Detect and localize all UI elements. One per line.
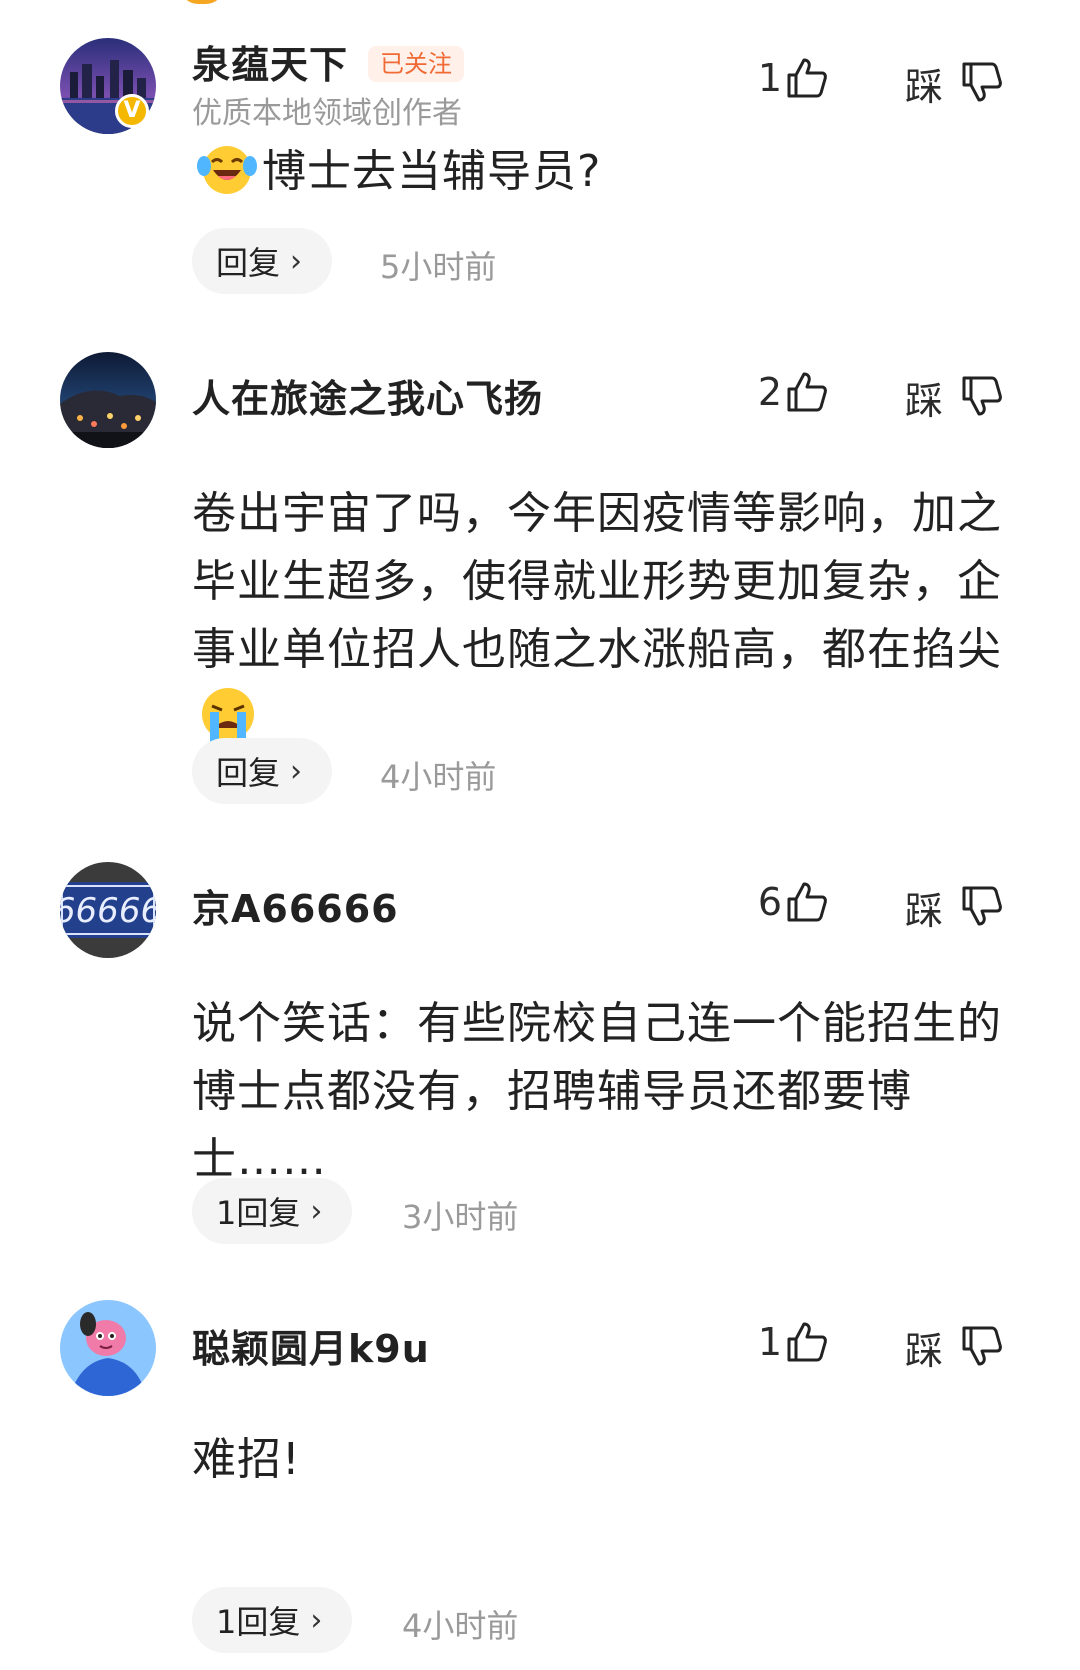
avatar[interactable] <box>60 352 156 448</box>
top-partial-element <box>180 0 224 4</box>
comment-text: 说个笑话：有些院校自己连一个能招生的博士点都没有，招聘辅导员还都要博士…… <box>192 998 1002 1185</box>
username[interactable]: 泉蕴天下 <box>192 34 348 89</box>
thumbs-down-icon[interactable] <box>960 374 1004 418</box>
comment-text: 卷出宇宙了吗，今年因疫情等影响，加之毕业生超多，使得就业形势更加复杂，企事业单位… <box>192 480 1007 754</box>
username[interactable]: 聪颖圆月k9u <box>192 1318 430 1373</box>
thumbs-down-icon[interactable] <box>960 60 1004 104</box>
reply-button[interactable]: 1回复 › <box>192 1178 353 1244</box>
following-tag: 已关注 <box>368 46 464 82</box>
loudly-crying-face-icon <box>202 688 254 742</box>
comment-text: 博士去当辅导员? <box>192 138 1007 206</box>
avatar-plate-text: 66666 <box>60 891 156 931</box>
like-count: 1 <box>757 56 782 100</box>
chevron-right-icon: › <box>290 243 303 279</box>
thumbs-down-icon[interactable] <box>960 884 1004 928</box>
chevron-right-icon: › <box>310 1602 323 1638</box>
reply-label: 回复 <box>216 244 281 282</box>
chevron-right-icon: › <box>310 1193 323 1229</box>
timestamp: 4小时前 <box>380 758 497 796</box>
thumbs-up-icon[interactable] <box>785 56 829 100</box>
dislike-label[interactable]: 踩 <box>905 370 943 425</box>
user-subtitle: 优质本地领域创作者 <box>192 96 462 131</box>
timestamp: 3小时前 <box>402 1198 519 1236</box>
reply-button[interactable]: 回复 › <box>192 738 333 804</box>
thumbs-up-icon[interactable] <box>785 1320 829 1364</box>
thumbs-up-icon[interactable] <box>785 370 829 414</box>
timestamp: 4小时前 <box>402 1607 519 1645</box>
username[interactable]: 人在旅途之我心飞扬 <box>192 368 543 423</box>
like-count: 6 <box>757 880 782 924</box>
reply-label: 1回复 <box>216 1603 301 1641</box>
like-count: 1 <box>757 1320 782 1364</box>
comment-text-body: 博士去当辅导员? <box>262 146 602 197</box>
verified-badge-icon: V <box>115 94 149 128</box>
avatar[interactable]: 66666 <box>60 862 156 958</box>
thumbs-down-icon[interactable] <box>960 1324 1004 1368</box>
avatar[interactable] <box>60 1300 156 1396</box>
like-count: 2 <box>757 370 782 414</box>
reply-button[interactable]: 回复 › <box>192 228 333 294</box>
comment-text-body: 卷出宇宙了吗，今年因疫情等影响，加之毕业生超多，使得就业形势更加复杂，企事业单位… <box>192 488 1002 675</box>
laughing-crying-face-icon <box>197 146 257 194</box>
reply-label: 回复 <box>216 754 281 792</box>
reply-button[interactable]: 1回复 › <box>192 1587 353 1653</box>
dislike-label[interactable]: 踩 <box>905 56 943 111</box>
dislike-label[interactable]: 踩 <box>905 880 943 935</box>
username[interactable]: 京A66666 <box>192 878 399 933</box>
comment-text: 难招! <box>192 1434 301 1485</box>
timestamp: 5小时前 <box>380 248 497 286</box>
dislike-label[interactable]: 踩 <box>905 1320 943 1375</box>
reply-label: 1回复 <box>216 1194 301 1232</box>
chevron-right-icon: › <box>290 753 303 789</box>
thumbs-up-icon[interactable] <box>785 880 829 924</box>
